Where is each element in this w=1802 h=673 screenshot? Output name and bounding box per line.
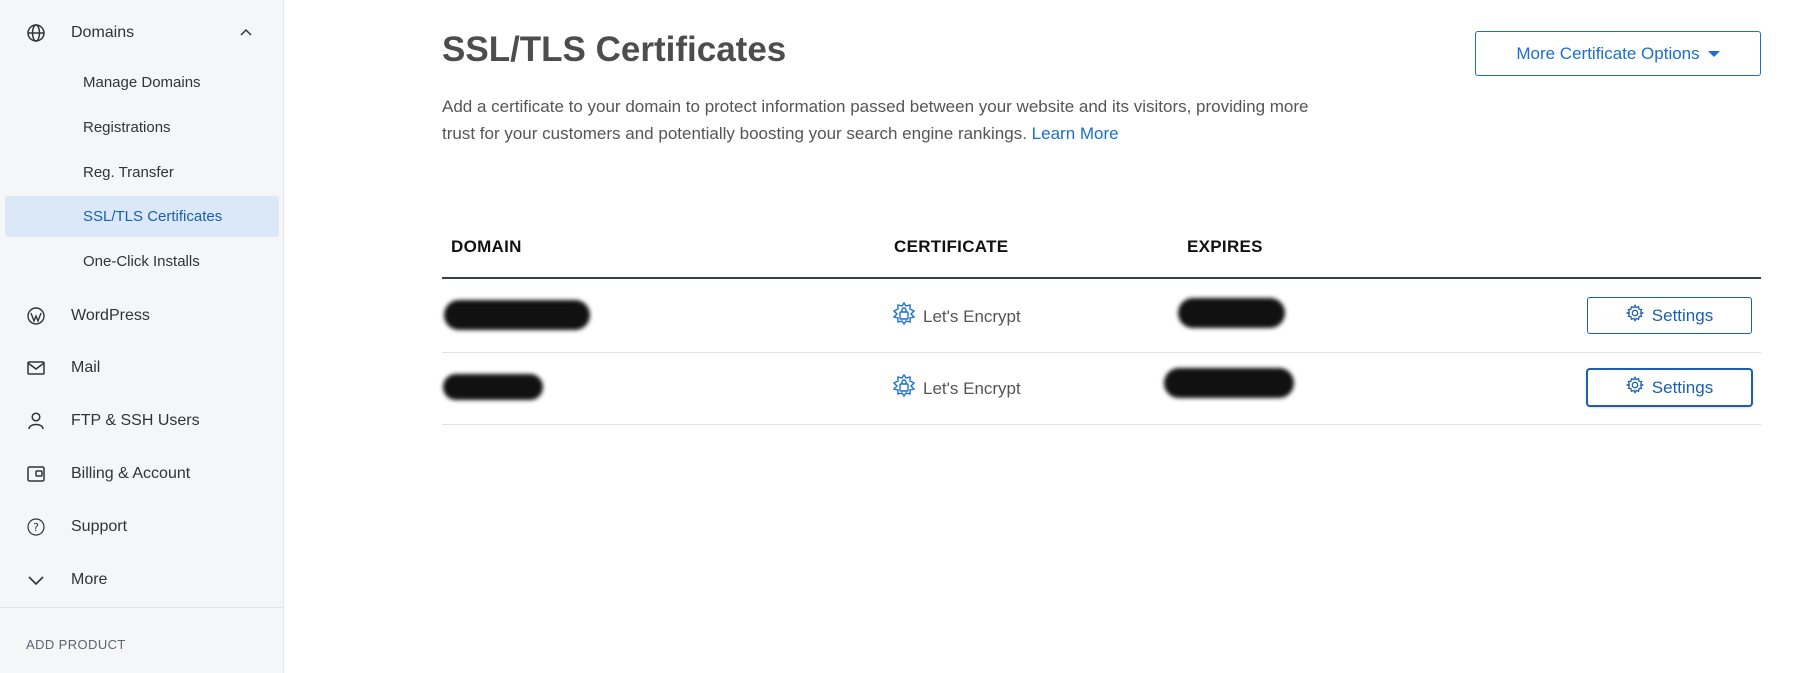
certificate-name: Let's Encrypt bbox=[923, 306, 1021, 326]
sidebar-subitem-label: SSL/TLS Certificates bbox=[83, 208, 223, 225]
sidebar-subitem-manage-domains[interactable]: Manage Domains bbox=[5, 62, 279, 103]
sidebar: Domains Manage Domains Registrations Reg… bbox=[0, 0, 284, 673]
sidebar-subitem-ssl-tls-certificates[interactable]: SSL/TLS Certificates bbox=[5, 196, 279, 237]
sidebar-item-label: More bbox=[71, 571, 108, 588]
main-content: SSL/TLS Certificates More Certificate Op… bbox=[285, 0, 1802, 673]
row-divider bbox=[442, 352, 1761, 353]
sidebar-item-label: FTP & SSH Users bbox=[71, 412, 200, 429]
description-text: Add a certificate to your domain to prot… bbox=[442, 97, 1309, 143]
sidebar-subitem-label: Registrations bbox=[83, 119, 171, 136]
sidebar-item-support[interactable]: ? Support bbox=[0, 501, 284, 553]
certificate-name: Let's Encrypt bbox=[923, 378, 1021, 398]
learn-more-link[interactable]: Learn More bbox=[1032, 124, 1119, 143]
sidebar-item-wordpress[interactable]: WordPress bbox=[0, 290, 284, 342]
sidebar-item-label: Support bbox=[71, 518, 128, 535]
globe-icon bbox=[24, 21, 48, 45]
sidebar-subitem-reg-transfer[interactable]: Reg. Transfer bbox=[5, 152, 279, 193]
certificate-ribbon-icon bbox=[892, 373, 916, 403]
settings-button[interactable]: Settings bbox=[1587, 369, 1752, 406]
sidebar-item-billing-account[interactable]: Billing & Account bbox=[0, 448, 284, 500]
sidebar-item-label: Billing & Account bbox=[71, 465, 191, 482]
sidebar-item-label: WordPress bbox=[71, 307, 150, 324]
sidebar-subitem-registrations[interactable]: Registrations bbox=[5, 107, 279, 148]
gear-icon bbox=[1625, 303, 1644, 327]
add-product-link[interactable]: ADD PRODUCT bbox=[26, 637, 126, 652]
svg-text:?: ? bbox=[33, 521, 39, 534]
table-header-divider bbox=[442, 277, 1761, 279]
column-header-expires: EXPIRES bbox=[1187, 237, 1263, 256]
mail-icon bbox=[24, 356, 48, 380]
sidebar-item-ftp-ssh-users[interactable]: FTP & SSH Users bbox=[0, 395, 284, 447]
sidebar-subitem-label: One-Click Installs bbox=[83, 253, 200, 270]
wordpress-icon bbox=[24, 304, 48, 328]
options-button-label: More Certificate Options bbox=[1516, 43, 1700, 63]
expires-cell-redacted bbox=[1178, 298, 1285, 328]
domain-cell-redacted bbox=[443, 374, 543, 400]
user-icon bbox=[24, 409, 48, 433]
page-title: SSL/TLS Certificates bbox=[442, 30, 787, 69]
sidebar-subitem-label: Reg. Transfer bbox=[83, 164, 174, 181]
sidebar-item-label: Domains bbox=[71, 24, 135, 41]
chevron-up-icon bbox=[238, 25, 254, 41]
settings-button[interactable]: Settings bbox=[1587, 297, 1752, 334]
chevron-down-icon bbox=[24, 568, 48, 592]
sidebar-divider bbox=[0, 607, 284, 608]
certificate-cell: Let's Encrypt bbox=[892, 373, 1021, 403]
wallet-icon bbox=[24, 462, 48, 486]
column-header-domain: DOMAIN bbox=[451, 237, 522, 256]
help-icon: ? bbox=[24, 515, 48, 539]
sidebar-subitem-label: Manage Domains bbox=[83, 74, 201, 91]
sidebar-item-mail[interactable]: Mail bbox=[0, 342, 284, 394]
certificate-cell: Let's Encrypt bbox=[892, 301, 1021, 331]
column-header-certificate: CERTIFICATE bbox=[894, 237, 1009, 256]
more-certificate-options-button[interactable]: More Certificate Options bbox=[1475, 31, 1761, 76]
page-description: Add a certificate to your domain to prot… bbox=[442, 93, 1312, 147]
certificate-ribbon-icon bbox=[892, 301, 916, 331]
sidebar-item-more[interactable]: More bbox=[0, 554, 284, 606]
sidebar-item-domains[interactable]: Domains bbox=[0, 7, 284, 59]
caret-down-icon bbox=[1707, 50, 1720, 57]
domain-cell-redacted bbox=[444, 300, 590, 330]
expires-cell-redacted bbox=[1164, 368, 1294, 398]
sidebar-subitem-one-click-installs[interactable]: One-Click Installs bbox=[5, 241, 279, 282]
settings-button-label: Settings bbox=[1651, 305, 1714, 325]
sidebar-item-label: Mail bbox=[71, 359, 101, 376]
row-divider bbox=[442, 424, 1761, 425]
gear-icon bbox=[1625, 375, 1644, 399]
settings-button-label: Settings bbox=[1651, 377, 1714, 397]
